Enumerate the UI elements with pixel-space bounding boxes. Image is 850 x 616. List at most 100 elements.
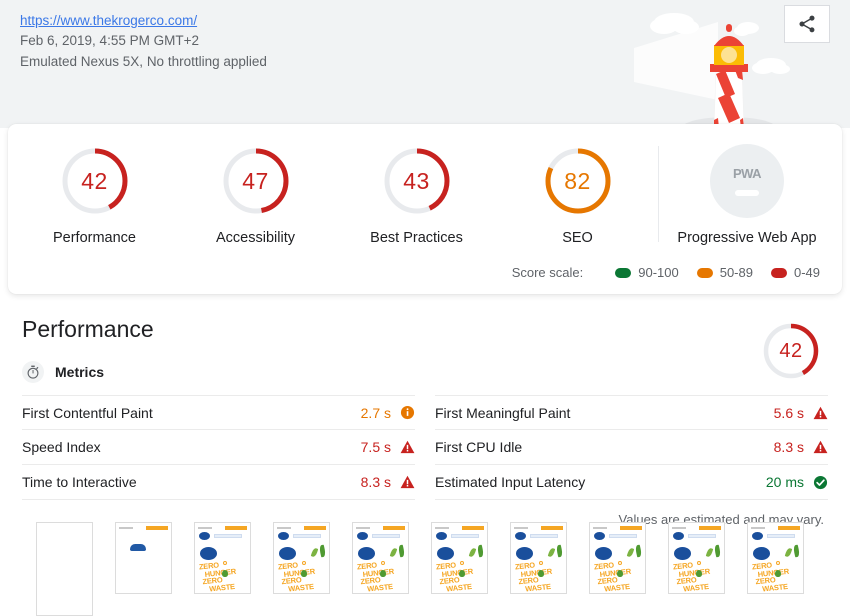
frame-leaf-icon <box>705 547 714 558</box>
section-score-gauge-performance: 42 <box>760 320 822 382</box>
frame-brand-mark <box>200 547 217 560</box>
frame-search-bar <box>767 534 795 538</box>
score-pill-orange <box>696 267 713 278</box>
frame-topbar <box>356 526 405 530</box>
score-gauge-performance[interactable]: 42 Performance <box>14 144 175 246</box>
frame-search-bar <box>293 534 321 538</box>
frame-leaf-icon <box>784 547 793 558</box>
frame-leaf-icon <box>634 544 643 558</box>
filmstrip-frame: ZERO HUNGER ZERO WASTE <box>668 522 725 594</box>
warning-triangle-icon <box>400 475 415 490</box>
report-environment: Emulated Nexus 5X, No throttling applied <box>20 54 267 69</box>
frame-leaf-icon <box>713 544 722 558</box>
metric-value: 8.3 s <box>773 439 804 455</box>
score-scale-item-orange: 50-89 <box>696 265 753 280</box>
frame-site-logo <box>515 532 526 540</box>
filmstrip-frame: ZERO HUNGER ZERO WASTE <box>589 522 646 594</box>
screenshot-filmstrip: ZERO HUNGER ZERO WASTE ZERO HUNGER ZERO WASTE ZE… <box>0 522 850 616</box>
frame-brand-mark <box>279 547 296 560</box>
frame-topbar <box>514 526 563 530</box>
score-label-performance: Performance <box>52 230 136 246</box>
score-value-performance: 42 <box>81 167 108 194</box>
pwa-badge: PWA <box>710 144 784 218</box>
frame-leaf-icon <box>626 547 635 558</box>
metric-value: 2.7 s <box>360 404 391 421</box>
frame-site-logo <box>357 532 368 540</box>
frame-leaf-icon <box>547 547 556 558</box>
frame-search-bar <box>609 534 637 538</box>
frame-leaf-icon <box>389 547 398 558</box>
frame-search-bar <box>451 534 479 538</box>
frame-brand-mark <box>753 547 770 560</box>
frame-site-logo <box>673 532 684 540</box>
metric-result: 20 ms <box>766 474 828 490</box>
table-row[interactable]: Speed Index 7.5 s <box>22 430 415 465</box>
metric-value: 20 ms <box>765 474 804 490</box>
frame-brand-mark <box>674 547 691 560</box>
metrics-grid: First Contentful Paint 2.7 s Speed Index <box>0 383 850 500</box>
score-label-accessibility: Accessibility <box>216 230 295 246</box>
audited-url-link[interactable]: https://www.thekrogerco.com/ <box>20 12 197 30</box>
metric-name: Speed Index <box>22 439 101 455</box>
score-gauge-accessibility[interactable]: 47 Accessibility <box>175 144 336 246</box>
section-score-value: 42 <box>779 339 803 362</box>
frame-brand-mark <box>516 547 533 560</box>
score-label-seo: SEO <box>562 230 593 246</box>
metric-value: 5.6 s <box>773 404 804 421</box>
page-title: Performance <box>22 316 154 342</box>
score-scale-legend: Score scale: 90-100 50-89 0-49 <box>512 265 820 280</box>
frame-brand-mark <box>437 547 454 560</box>
score-value-best-practices: 43 <box>403 167 430 194</box>
metric-result: 2.7 s <box>361 405 415 421</box>
frame-sprout-icon <box>775 570 781 577</box>
frame-leaf-icon <box>792 544 801 558</box>
score-range-green: 90-100 <box>638 265 679 280</box>
score-pill-red <box>770 267 787 278</box>
frame-site-logo <box>594 532 605 540</box>
table-row[interactable]: First CPU Idle 8.3 s <box>435 430 828 465</box>
filmstrip-frame <box>36 522 93 616</box>
score-gauge-pwa[interactable]: PWA Progressive Web App <box>658 144 836 246</box>
metric-name: First Meaningful Paint <box>435 404 571 421</box>
scores-card: 42 Performance 47 Accessibility 43 Best … <box>8 124 842 294</box>
frame-topbar <box>672 526 721 530</box>
metric-result: 5.6 s <box>774 405 828 421</box>
frame-sprout-icon <box>696 570 702 577</box>
frame-leaf-icon <box>476 544 485 558</box>
score-gauge-seo[interactable]: 82 SEO <box>497 144 658 246</box>
frame-search-bar <box>688 534 716 538</box>
metrics-column-left: First Contentful Paint 2.7 s Speed Index <box>22 395 415 500</box>
table-row[interactable]: First Meaningful Paint 5.6 s <box>435 395 828 430</box>
performance-section: Performance 42 Metrics First Contentful … <box>0 304 850 527</box>
table-row[interactable]: First Contentful Paint 2.7 s <box>22 395 415 430</box>
share-icon <box>799 15 815 33</box>
filmstrip-frame: ZERO HUNGER ZERO WASTE <box>273 522 330 594</box>
metric-name: First Contentful Paint <box>22 404 153 421</box>
frame-site-logo <box>278 532 289 540</box>
frame-sprout-icon <box>538 570 544 577</box>
metrics-header: Metrics <box>0 343 850 383</box>
filmstrip-frame: ZERO HUNGER ZERO WASTE <box>510 522 567 594</box>
metric-result: 8.3 s <box>774 439 828 455</box>
stopwatch-icon <box>22 361 44 383</box>
frame-topbar <box>435 526 484 530</box>
check-circle-icon <box>813 475 828 490</box>
table-row[interactable]: Time to Interactive 8.3 s <box>22 465 415 500</box>
frame-site-logo <box>436 532 447 540</box>
score-label-pwa: Progressive Web App <box>677 230 817 246</box>
score-scale-label: Score scale: <box>511 265 584 280</box>
frame-brand-mark <box>595 547 612 560</box>
frame-logo-blob <box>130 544 146 551</box>
frame-sprout-icon <box>380 570 386 577</box>
metric-value: 8.3 s <box>360 474 391 490</box>
metric-value: 7.5 s <box>360 439 391 455</box>
info-circle-icon[interactable] <box>400 405 415 420</box>
score-gauge-best-practices[interactable]: 43 Best Practices <box>336 144 497 246</box>
score-scale-item-green: 90-100 <box>615 265 679 280</box>
share-button[interactable] <box>784 5 830 43</box>
score-label-best-practices: Best Practices <box>370 230 463 246</box>
frame-search-bar <box>214 534 242 538</box>
filmstrip-frame: ZERO HUNGER ZERO WASTE <box>431 522 488 594</box>
table-row[interactable]: Estimated Input Latency 20 ms <box>435 465 828 500</box>
frame-topbar <box>593 526 642 530</box>
